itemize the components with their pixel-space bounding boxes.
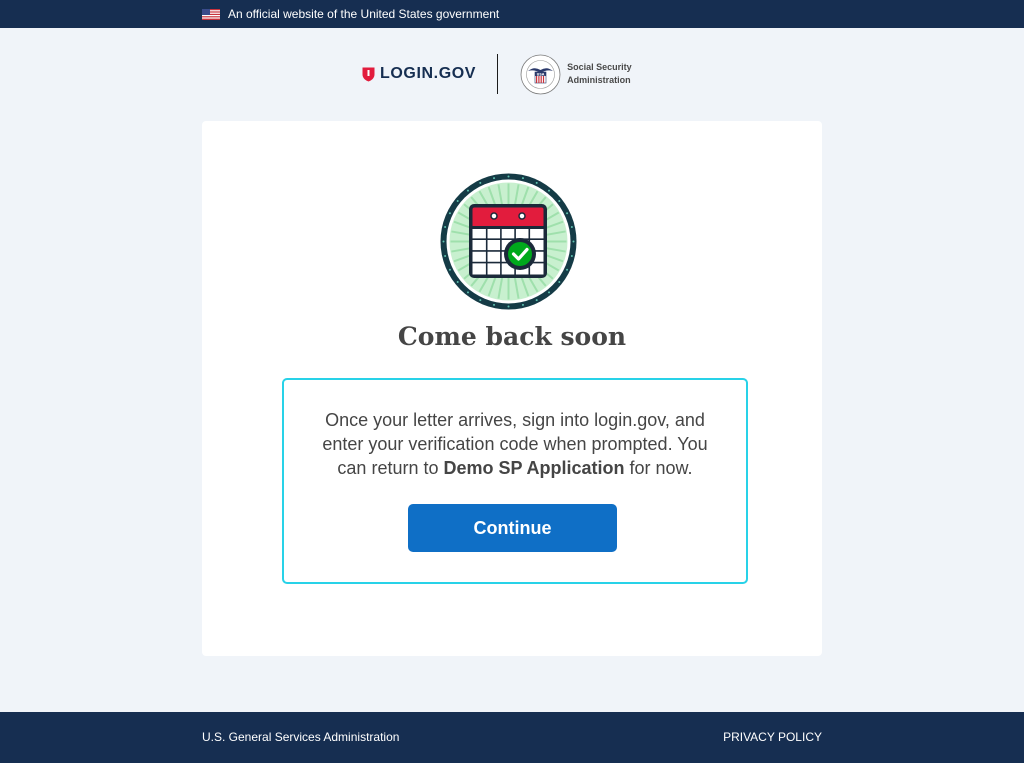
header: LOGIN.GOV USA Social Security Administra… [0, 28, 1024, 121]
info-box: Once your letter arrives, sign into logi… [282, 378, 748, 584]
gov-banner: An official website of the United States… [0, 0, 1024, 28]
app-name: Demo SP Application [443, 458, 625, 478]
page-title: Come back soon [397, 322, 627, 351]
ssa-name-line1: Social Security [567, 62, 632, 72]
ssa-name: Social Security Administration [567, 61, 632, 87]
us-flag-icon [202, 8, 220, 20]
logo-divider [497, 54, 499, 94]
info-text-after: for now. [624, 458, 693, 478]
shield-icon [362, 67, 375, 82]
ssa-name-line2: Administration [567, 75, 631, 85]
continue-button[interactable]: Continue [408, 504, 617, 552]
login-gov-logo[interactable]: LOGIN.GOV [362, 65, 476, 83]
main-card: Come back soon Once your letter arrives,… [202, 121, 822, 656]
privacy-policy-link[interactable]: PRIVACY POLICY [723, 730, 822, 744]
footer-agency: U.S. General Services Administration [202, 730, 400, 744]
login-gov-wordmark: LOGIN.GOV [380, 65, 477, 82]
ssa-seal-icon: USA [520, 54, 561, 94]
info-text: Once your letter arrives, sign into logi… [306, 408, 724, 480]
calendar-check-icon [440, 173, 577, 310]
footer: U.S. General Services Administration PRI… [0, 712, 1024, 763]
logo-group: LOGIN.GOV USA Social Security Administra… [362, 54, 632, 94]
ssa-logo: USA Social Security Administration [520, 54, 632, 95]
gov-banner-text: An official website of the United States… [228, 7, 500, 21]
svg-text:USA: USA [537, 72, 545, 76]
